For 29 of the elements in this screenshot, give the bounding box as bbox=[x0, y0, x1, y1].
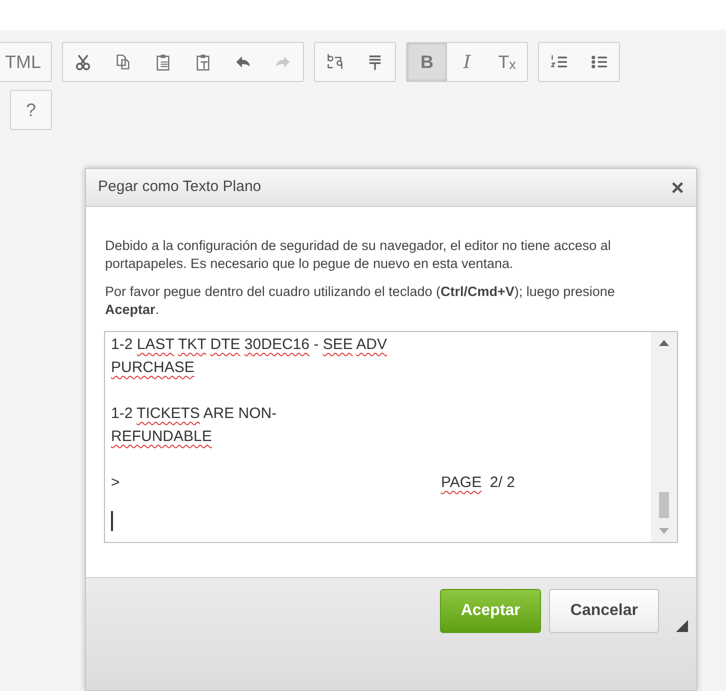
scroll-up-icon[interactable] bbox=[659, 340, 669, 346]
accept-button[interactable]: Aceptar bbox=[440, 589, 542, 633]
text-cursor bbox=[111, 511, 113, 531]
scissors-icon bbox=[74, 53, 92, 71]
close-button[interactable]: × bbox=[671, 176, 684, 198]
resize-handle[interactable] bbox=[676, 620, 688, 632]
replace-icon bbox=[326, 53, 344, 71]
copy-icon bbox=[114, 53, 132, 71]
pasted-text-line: REFUNDABLE bbox=[111, 427, 212, 447]
pasted-text-line: 1-2 TICKETS ARE NON- bbox=[111, 404, 277, 424]
cancel-button[interactable]: Cancelar bbox=[549, 589, 659, 633]
paste-text-area[interactable]: 1-2 LAST TKT DTE 30DEC16 - SEE ADV PURCHASE 1-2 TICKETS ARE NON- REFUNDABLE > PAGE 2/ 2 bbox=[104, 331, 678, 543]
instruction-text: Debido a la configuración de seguridad de su navegador, el editor no tiene acceso al portapapeles. Es necesario que lo pegue de nuevo en esta ventana. bbox=[105, 237, 612, 273]
pasted-text-line: > bbox=[111, 473, 121, 493]
instruction-text: Por favor pegue dentro del cuadro utilizando el teclado (Ctrl/Cmd+V); luego presione Aceptar. bbox=[105, 283, 616, 319]
toolbar-button[interactable]: ? bbox=[11, 91, 51, 129]
pasted-text-line: PURCHASE bbox=[111, 358, 194, 378]
clipboard-icon bbox=[194, 53, 212, 71]
bullet-list-icon bbox=[590, 53, 608, 71]
pasted-text-line: PAGE 2/ 2 bbox=[441, 473, 515, 493]
dialog-title: Pegar como Texto Plano bbox=[98, 177, 262, 198]
toolbar-button[interactable]: T$_{x}$ bbox=[487, 43, 527, 81]
scrollbar-thumb[interactable] bbox=[659, 492, 669, 518]
pasted-text-line: 1-2 LAST TKT DTE 30DEC16 - SEE ADV bbox=[111, 335, 388, 355]
toolbar-button[interactable]: TML bbox=[0, 43, 51, 81]
scrollbar[interactable] bbox=[651, 332, 677, 542]
toolbar-button[interactable]: B bbox=[407, 43, 447, 81]
clipboard-icon bbox=[154, 53, 172, 71]
toolbar-button[interactable]: I bbox=[447, 43, 487, 81]
